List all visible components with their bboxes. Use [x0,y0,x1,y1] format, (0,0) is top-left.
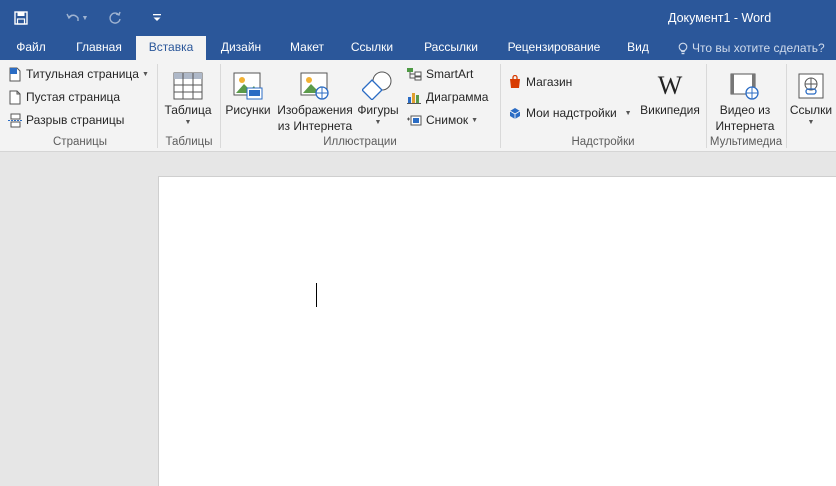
document-page[interactable] [158,176,836,486]
tab-layout[interactable]: Макет [278,36,336,60]
links-icon [798,73,824,99]
group-separator [786,64,787,148]
store-button[interactable]: Магазин [508,72,572,92]
wikipedia-icon: W [658,72,683,100]
wikipedia-button[interactable]: W Википедия [638,64,702,118]
shapes-label: Фигуры [357,103,399,117]
pictures-label: Рисунки [225,103,271,117]
quick-access-toolbar: ▼ [0,0,170,36]
online-pictures-icon [300,72,329,100]
tab-design[interactable]: Дизайн [212,36,270,60]
links-button[interactable]: Ссылки ▼ [788,64,834,128]
smartart-icon [407,68,422,81]
title-bar: ▼ Документ1 - Word [0,0,836,36]
online-video-label-1: Видео из [719,103,771,117]
group-separator [220,64,221,148]
table-label: Таблица [164,103,212,117]
chart-button[interactable]: Диаграмма [406,87,488,107]
smartart-button[interactable]: SmartArt [406,64,473,84]
customize-qat-icon[interactable] [144,5,170,31]
page-break-icon [8,113,22,127]
table-button[interactable]: Таблица ▼ [160,64,216,128]
online-video-icon [730,73,759,100]
screenshot-label: Снимок [426,113,469,127]
ribbon-tabs: Файл Главная Вставка Дизайн Макет Ссылки… [0,36,836,60]
illustrations-group-label: Иллюстрации [323,136,397,148]
tab-review[interactable]: Рецензирование [500,36,608,60]
addins-group-label: Надстройки [571,136,635,148]
media-group-label: Мультимедиа [709,136,783,148]
blank-page-button[interactable]: Пустая страница [8,87,120,107]
tab-view[interactable]: Вид [618,36,658,60]
smartart-label: SmartArt [426,67,474,81]
cover-page-icon [9,67,21,81]
undo-icon[interactable]: ▼ [64,5,90,31]
tables-group-label: Таблицы [165,136,213,148]
table-icon [173,72,203,100]
tab-file[interactable]: Файл [4,36,58,60]
tab-mailings[interactable]: Рассылки [412,36,490,60]
save-icon[interactable] [8,5,34,31]
tab-home[interactable]: Главная [66,36,132,60]
online-pictures-label-1: Изображения [277,103,353,117]
text-cursor [316,283,317,307]
online-video-label-2: Интернета [715,119,775,133]
online-pictures-label-2: из Интернета [277,119,353,133]
pages-group-label: Страницы [53,136,107,148]
chart-label: Диаграмма [426,90,489,104]
cover-page-button[interactable]: Титульная страница ▼ [8,64,149,84]
lightbulb-icon [678,42,688,54]
links-label: Ссылки [789,103,833,117]
screenshot-button[interactable]: Снимок ▼ [406,110,478,130]
tab-insert[interactable]: Вставка [136,36,206,60]
my-addins-label: Мои надстройки [526,106,617,120]
svg-text:W: W [658,72,683,100]
shapes-icon [362,71,392,100]
document-title: Документ1 - Word [668,11,772,25]
pictures-icon [233,72,263,100]
blank-page-icon [9,90,21,104]
tell-me-box[interactable]: Что вы хотите сделать? [678,36,825,60]
chart-icon [407,93,421,104]
store-label: Магазин [526,75,573,89]
screenshot-icon [407,115,422,126]
redo-icon[interactable] [102,5,128,31]
tab-references[interactable]: Ссылки [340,36,404,60]
shapes-button[interactable]: Фигуры ▼ [352,64,404,128]
page-break-label: Разрыв страницы [26,113,125,127]
online-video-button[interactable]: Видео из Интернета [710,64,780,134]
my-addins-icon [509,108,521,119]
blank-page-label: Пустая страница [26,90,121,104]
page-break-button[interactable]: Разрыв страницы [8,110,124,130]
ribbon-insert: Титульная страница ▼ Пустая страница Разр… [0,60,836,152]
wikipedia-label: Википедия [640,103,700,117]
store-icon [510,75,520,88]
pictures-button[interactable]: Рисунки [222,64,274,118]
tell-me-placeholder: Что вы хотите сделать? [692,41,825,55]
my-addins-button[interactable]: Мои надстройки ▼ [508,103,632,123]
cover-page-label: Титульная страница [26,67,139,81]
online-pictures-button[interactable]: Изображения из Интернета [276,64,354,134]
